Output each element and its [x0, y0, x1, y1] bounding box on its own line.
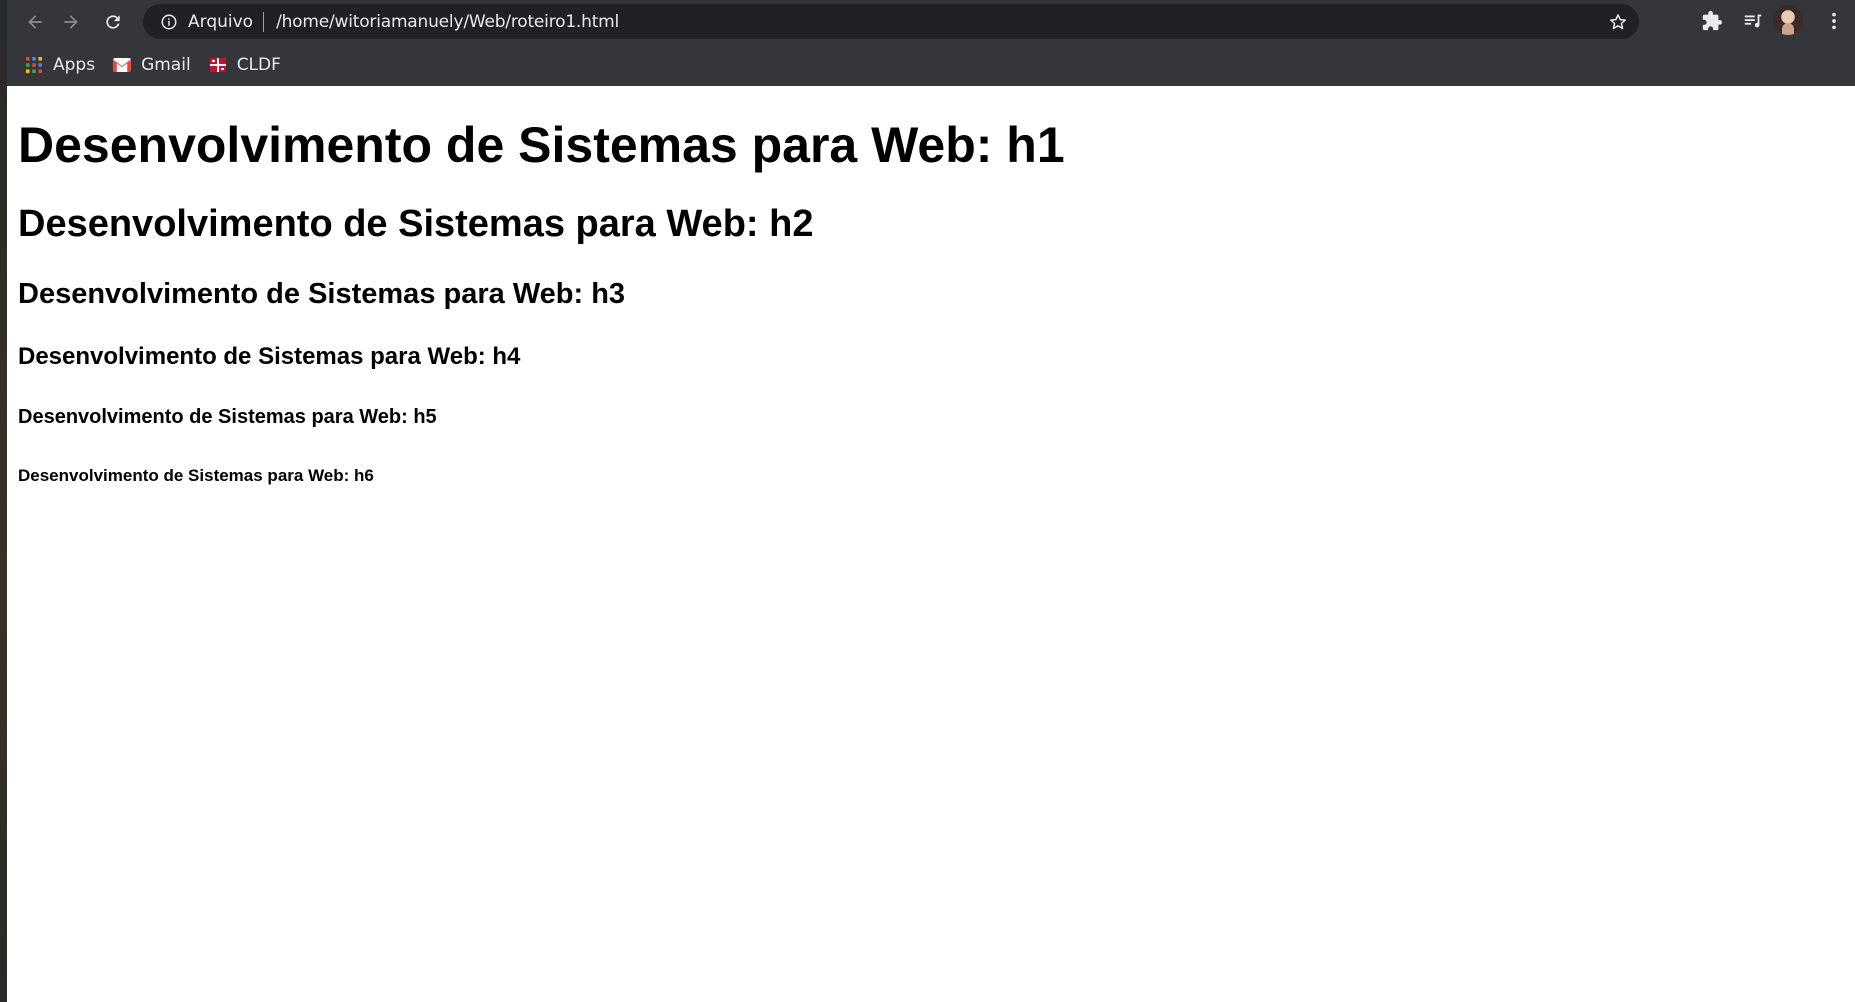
browser-toolbar: Arquivo /home/witoriamanuely/Web/roteiro…	[7, 0, 1855, 43]
arrow-left-icon	[28, 15, 42, 29]
extensions-puzzle-icon[interactable]	[1699, 8, 1725, 34]
arrow-right-icon	[64, 15, 78, 29]
heading-h5: Desenvolvimento de Sistemas para Web: h5	[18, 406, 437, 428]
media-queue-icon[interactable]	[1740, 8, 1766, 34]
address-bar[interactable]: Arquivo /home/witoriamanuely/Web/roteiro…	[143, 4, 1639, 39]
desktop-edge	[0, 0, 7, 1002]
cldf-icon	[209, 56, 227, 74]
reload-button[interactable]	[97, 6, 129, 38]
forward-button[interactable]	[55, 6, 87, 38]
heading-h1: Desenvolvimento de Sistemas para Web: h1	[18, 117, 1065, 173]
profile-avatar[interactable]	[1773, 5, 1803, 35]
page-content: Desenvolvimento de Sistemas para Web: h1…	[7, 86, 1855, 1002]
info-icon[interactable]	[160, 13, 178, 31]
menu-kebab-icon[interactable]	[1821, 8, 1847, 34]
apps-grid-icon	[25, 56, 43, 74]
bookmark-gmail[interactable]: Gmail	[113, 50, 191, 80]
reload-icon	[106, 15, 120, 29]
address-url[interactable]: /home/witoriamanuely/Web/roteiro1.html	[276, 12, 619, 32]
bookmark-label: CLDF	[236, 54, 281, 75]
address-separator	[263, 11, 265, 32]
back-button[interactable]	[19, 6, 51, 38]
bookmark-label: Apps	[53, 54, 96, 75]
bookmark-cldf[interactable]: CLDF	[209, 50, 281, 80]
heading-h3: Desenvolvimento de Sistemas para Web: h3	[18, 278, 626, 310]
heading-h2: Desenvolvimento de Sistemas para Web: h2	[18, 203, 814, 245]
heading-h4: Desenvolvimento de Sistemas para Web: h4	[18, 343, 521, 370]
heading-h6: Desenvolvimento de Sistemas para Web: h6	[18, 466, 374, 485]
browser-chrome: Arquivo /home/witoriamanuely/Web/roteiro…	[7, 0, 1855, 86]
bookmark-label: Gmail	[141, 54, 191, 75]
gmail-icon	[113, 56, 131, 74]
address-scheme-label: Arquivo	[188, 11, 254, 32]
bookmarks-bar: Apps Gmail CLDF	[7, 43, 1855, 86]
bookmark-apps[interactable]: Apps	[25, 50, 95, 80]
bookmark-star-icon[interactable]	[1607, 11, 1629, 33]
